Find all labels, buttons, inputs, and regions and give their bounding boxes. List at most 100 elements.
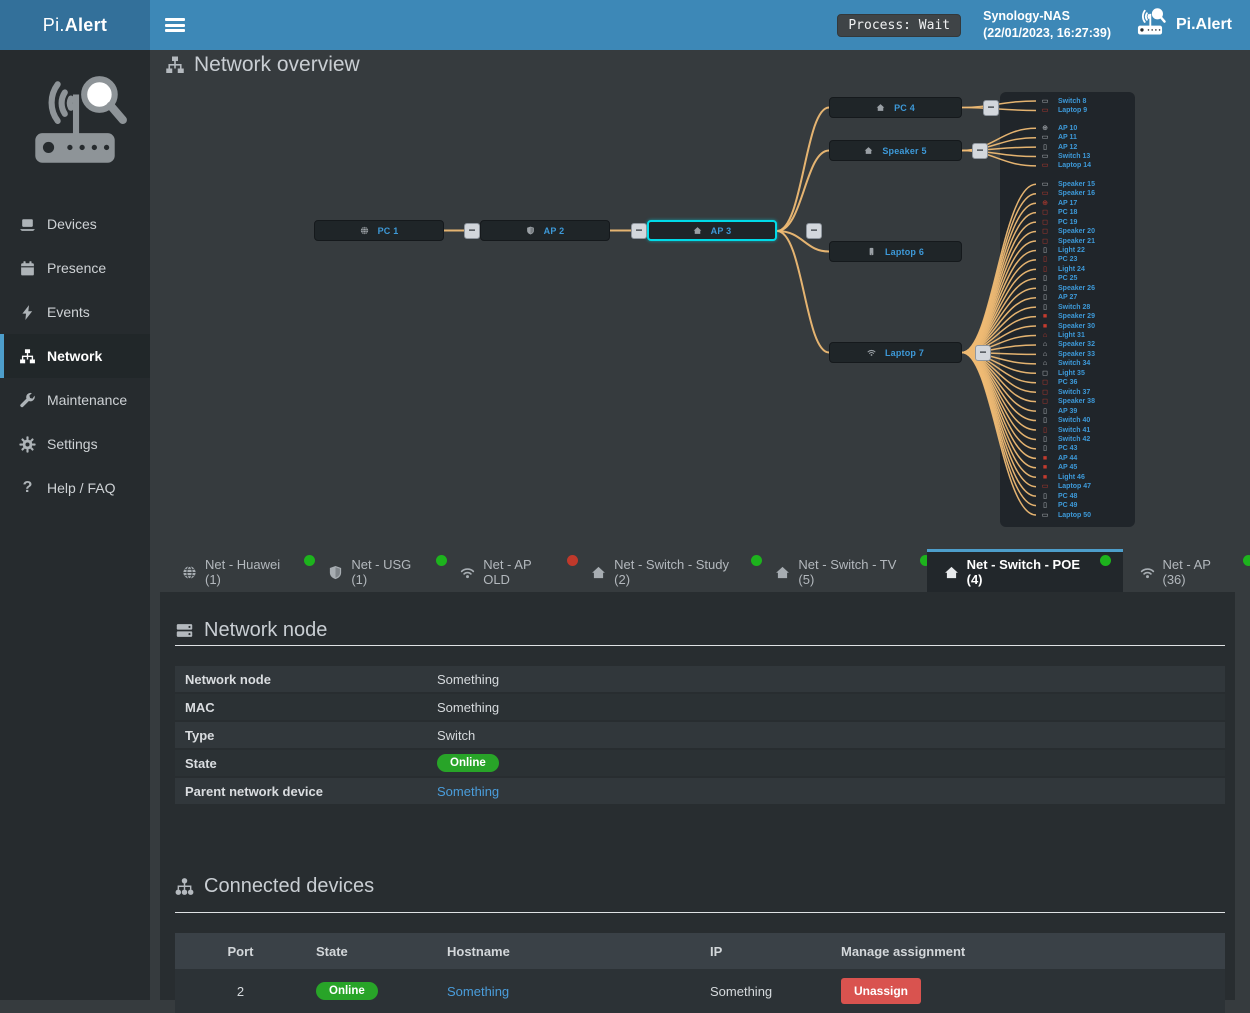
device-name[interactable]: Switch 13 <box>1058 153 1090 160</box>
sidebar-item-help-faq[interactable]: ?Help / FAQ <box>0 466 150 510</box>
status-dot-green <box>1100 555 1111 566</box>
sidebar-item-presence[interactable]: Presence <box>0 246 150 290</box>
sidebar-item-maintenance[interactable]: Maintenance <box>0 378 150 422</box>
sidebar-item-network[interactable]: Network <box>0 334 150 378</box>
device-name[interactable]: Switch 42 <box>1058 436 1090 443</box>
device-name[interactable]: AP 10 <box>1058 125 1077 132</box>
device-name[interactable]: Laptop 47 <box>1058 483 1091 490</box>
node-label: Laptop 6 <box>885 247 924 257</box>
hostname-link[interactable]: Something <box>447 984 509 999</box>
tab-net-ap-old[interactable]: Net - AP OLD <box>443 549 574 592</box>
device-name[interactable]: AP 39 <box>1058 408 1077 415</box>
tab-label: Net - AP (36) <box>1163 557 1234 587</box>
device-name[interactable]: Laptop 14 <box>1058 162 1091 169</box>
device-name[interactable]: Speaker 21 <box>1058 238 1095 245</box>
device-name[interactable]: AP 17 <box>1058 200 1077 207</box>
node-tabs: Net - Huawei (1) Net - USG (1) Net - AP … <box>165 549 1250 592</box>
collapse-button-ap2[interactable]: − <box>631 223 647 239</box>
collapse-button-laptop7[interactable]: − <box>975 345 991 361</box>
mobile-icon: ▯ <box>1038 408 1052 415</box>
device-name[interactable]: Speaker 33 <box>1058 351 1095 358</box>
device-name[interactable]: PC 19 <box>1058 219 1077 226</box>
diagram-node-laptop6[interactable]: Laptop 6 <box>829 241 962 262</box>
device-name[interactable]: Switch 34 <box>1058 360 1090 367</box>
square-o-icon: ◻ <box>1038 379 1052 386</box>
device-name[interactable]: Speaker 26 <box>1058 285 1095 292</box>
device-name[interactable]: Laptop 50 <box>1058 512 1091 519</box>
device-name[interactable]: AP 45 <box>1058 464 1077 471</box>
device-name[interactable]: Switch 8 <box>1058 98 1086 105</box>
device-name[interactable]: Switch 41 <box>1058 427 1090 434</box>
device-name[interactable]: Light 31 <box>1058 332 1085 339</box>
mobile-icon: ▯ <box>1038 493 1052 500</box>
device-name[interactable]: AP 44 <box>1058 455 1077 462</box>
tab-net-switch-study-2[interactable]: Net - Switch - Study (2) <box>574 549 758 592</box>
device-name[interactable]: AP 11 <box>1058 134 1077 141</box>
diagram-node-laptop7[interactable]: Laptop 7 <box>829 342 962 363</box>
device-name[interactable]: Speaker 15 <box>1058 181 1095 188</box>
column-header: State <box>306 944 437 959</box>
diagram-node-speaker5[interactable]: Speaker 5 <box>829 140 962 161</box>
device-name[interactable]: Speaker 20 <box>1058 228 1095 235</box>
laptop-icon: ▭ <box>1038 98 1052 105</box>
unassign-button[interactable]: Unassign <box>841 978 921 1004</box>
pialert-brand-label: Pi.Alert <box>1176 16 1232 34</box>
app-logo[interactable]: Pi.Alert <box>0 0 150 50</box>
device-name[interactable]: Laptop 9 <box>1058 107 1087 114</box>
collapse-button-pc4[interactable]: − <box>983 100 999 116</box>
device-name[interactable]: Light 24 <box>1058 266 1085 273</box>
device-name[interactable]: PC 43 <box>1058 445 1077 452</box>
square-o-icon: ◻ <box>1038 370 1052 377</box>
device-name[interactable]: PC 18 <box>1058 209 1077 216</box>
laptop-icon <box>19 216 36 233</box>
device-name[interactable]: Speaker 32 <box>1058 341 1095 348</box>
device-name[interactable]: PC 25 <box>1058 275 1077 282</box>
tab-net-switch-poe-4[interactable]: Net - Switch - POE (4) <box>927 549 1123 592</box>
device-name[interactable]: AP 12 <box>1058 144 1077 151</box>
sidebar-item-devices[interactable]: Devices <box>0 202 150 246</box>
device-name[interactable]: Light 35 <box>1058 370 1085 377</box>
tab-net-ap-36[interactable]: Net - AP (36) <box>1123 549 1250 592</box>
device-name[interactable]: Speaker 29 <box>1058 313 1095 320</box>
shield-icon <box>328 565 343 580</box>
menu-toggle-icon[interactable] <box>165 18 185 32</box>
table-row: 2OnlineSomethingSomethingUnassign <box>175 969 1225 1013</box>
device-name[interactable]: PC 36 <box>1058 379 1077 386</box>
device-name[interactable]: PC 48 <box>1058 493 1077 500</box>
collapse-button-ap3[interactable]: − <box>806 223 822 239</box>
top-bar: Pi.Alert Process: Wait Synology-NAS (22/… <box>0 0 1250 50</box>
device-name[interactable]: PC 23 <box>1058 256 1077 263</box>
collapse-button-pc1[interactable]: − <box>464 223 480 239</box>
device-name[interactable]: Speaker 38 <box>1058 398 1095 405</box>
column-header: IP <box>700 944 831 959</box>
diagram-node-ap2[interactable]: AP 2 <box>480 220 610 241</box>
tab-net-huawei-1[interactable]: Net - Huawei (1) <box>165 549 311 592</box>
device-name[interactable]: Switch 37 <box>1058 389 1090 396</box>
sidebar-item-events[interactable]: Events <box>0 290 150 334</box>
device-name[interactable]: AP 27 <box>1058 294 1077 301</box>
sidebar-item-settings[interactable]: Settings <box>0 422 150 466</box>
parent-device-link[interactable]: Something <box>437 784 499 799</box>
device-name[interactable]: Light 46 <box>1058 474 1085 481</box>
device-name[interactable]: Speaker 16 <box>1058 190 1095 197</box>
device-name[interactable]: Speaker 30 <box>1058 323 1095 330</box>
house-icon <box>876 103 885 112</box>
diagram-node-pc4[interactable]: PC 4 <box>829 97 962 118</box>
globe-icon <box>360 226 369 235</box>
tab-net-usg-1[interactable]: Net - USG (1) <box>311 549 443 592</box>
device-name[interactable]: Switch 28 <box>1058 304 1090 311</box>
diagram-node-pc1[interactable]: PC 1 <box>314 220 444 241</box>
calendar-icon <box>19 260 36 277</box>
tab-net-switch-tv-5[interactable]: Net - Switch - TV (5) <box>758 549 926 592</box>
device-name[interactable]: PC 49 <box>1058 502 1077 509</box>
device-name[interactable]: Light 22 <box>1058 247 1085 254</box>
diagram-node-ap3[interactable]: AP 3 <box>647 220 777 241</box>
device-name[interactable]: Switch 40 <box>1058 417 1090 424</box>
bolt-icon <box>19 304 36 321</box>
field-value: Something <box>437 672 499 687</box>
tab-label: Net - USG (1) <box>351 557 426 587</box>
mobile-icon: ▯ <box>1038 436 1052 443</box>
collapse-button-speaker5[interactable]: − <box>972 143 988 159</box>
mobile-icon: ▯ <box>1038 294 1052 301</box>
house-icon <box>591 565 606 580</box>
